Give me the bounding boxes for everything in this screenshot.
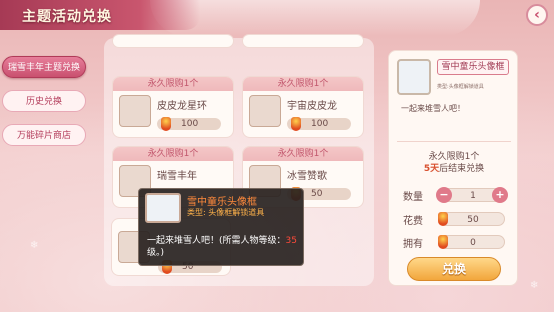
item-tooltip: 雪中童乐头像框 类型: 头像框解锁道具 一起来堆雪人吧！(所需人物等级：35 级。… [138, 188, 304, 266]
shop-card-star-ring[interactable]: 永久限购1个 皮皮龙星环 100 [112, 76, 234, 138]
shop-card-cosmic-dragon[interactable]: 永久限购1个 宇宙皮皮龙 100 [242, 76, 364, 138]
exchange-button[interactable]: 兑换 [407, 257, 501, 281]
tooltip-required-level: 35 [285, 236, 297, 246]
list-item[interactable] [112, 34, 234, 48]
own-value: 0 [470, 238, 476, 248]
card-price: 100 [181, 119, 199, 129]
sidebar-item-fragment-shop[interactable]: 万能碎片商店 [2, 124, 86, 146]
cost-value: 50 [467, 215, 479, 225]
coin-icon [161, 117, 171, 131]
cost-bar: 50 [438, 212, 505, 226]
back-arrow-icon[interactable]: ‹ [526, 4, 548, 26]
tooltip-description: 一起来堆雪人吧！(所需人物等级：35 级。) [147, 235, 303, 259]
detail-item-name: 雪中童乐头像框 [437, 59, 509, 75]
title-banner: 主题活动兑换 [0, 0, 200, 30]
plus-icon[interactable]: + [492, 187, 508, 203]
detail-thumbnail [397, 59, 431, 95]
detail-end-days: 5天 [423, 164, 440, 174]
sidebar-item-history[interactable]: 历史兑换 [2, 90, 86, 112]
list-item[interactable] [242, 34, 364, 48]
tooltip-thumbnail [145, 193, 181, 223]
card-price: 50 [311, 189, 323, 199]
own-label: 拥有 [403, 239, 423, 250]
card-item-name: 宇宙皮皮龙 [287, 101, 337, 112]
card-item-name: 冰雪赞歌 [287, 171, 327, 182]
card-price-bar: 100 [287, 117, 351, 131]
own-bar: 0 [438, 235, 505, 249]
detail-end-suffix: 后结束兑换 [439, 164, 485, 174]
detail-item-type: 类型:头像框解锁道具 [437, 81, 484, 90]
page-title: 主题活动兑换 [22, 9, 112, 25]
item-detail-panel: 雪中童乐头像框 类型:头像框解锁道具 一起来堆雪人吧！ 永久限购1个 5天后结束… [388, 50, 518, 286]
detail-type-label: 类型: [437, 84, 449, 90]
card-limit-label: 永久限购1个 [243, 147, 363, 161]
snowflake-icon: ❄ [530, 280, 539, 291]
item-thumbnail [119, 95, 151, 127]
card-limit-label: 永久限购1个 [113, 77, 233, 91]
tooltip-desc-suffix: 级。) [147, 248, 165, 258]
cost-label: 花费 [403, 216, 423, 227]
card-item-name: 皮皮龙星环 [157, 101, 207, 112]
coin-icon [291, 117, 301, 131]
card-price-bar: 100 [157, 117, 221, 131]
card-limit-label: 永久限购1个 [113, 147, 233, 161]
divider [397, 141, 511, 142]
detail-description: 一起来堆雪人吧！ [401, 104, 465, 113]
detail-type-value: 头像框解锁道具 [448, 84, 484, 90]
tooltip-desc-prefix: 一起来堆雪人吧！(所需人物等级： [147, 236, 286, 246]
tooltip-item-name: 雪中童乐头像框 [187, 197, 257, 208]
card-limit-label: 永久限购1个 [243, 77, 363, 91]
qty-label: 数量 [403, 192, 423, 203]
tooltip-item-type: 类型: 头像框解锁道具 [187, 208, 265, 217]
card-item-name: 瑞雪丰年 [157, 171, 197, 182]
snowflake-icon: ❄ [30, 240, 39, 251]
sidebar-item-theme-exchange[interactable]: 瑞雪丰年主题兑换 [2, 56, 86, 78]
card-price: 100 [311, 119, 329, 129]
detail-end-time: 5天后结束兑换 [389, 161, 519, 174]
item-thumbnail [249, 95, 281, 127]
quantity-stepper[interactable]: − 1 + [436, 187, 508, 203]
